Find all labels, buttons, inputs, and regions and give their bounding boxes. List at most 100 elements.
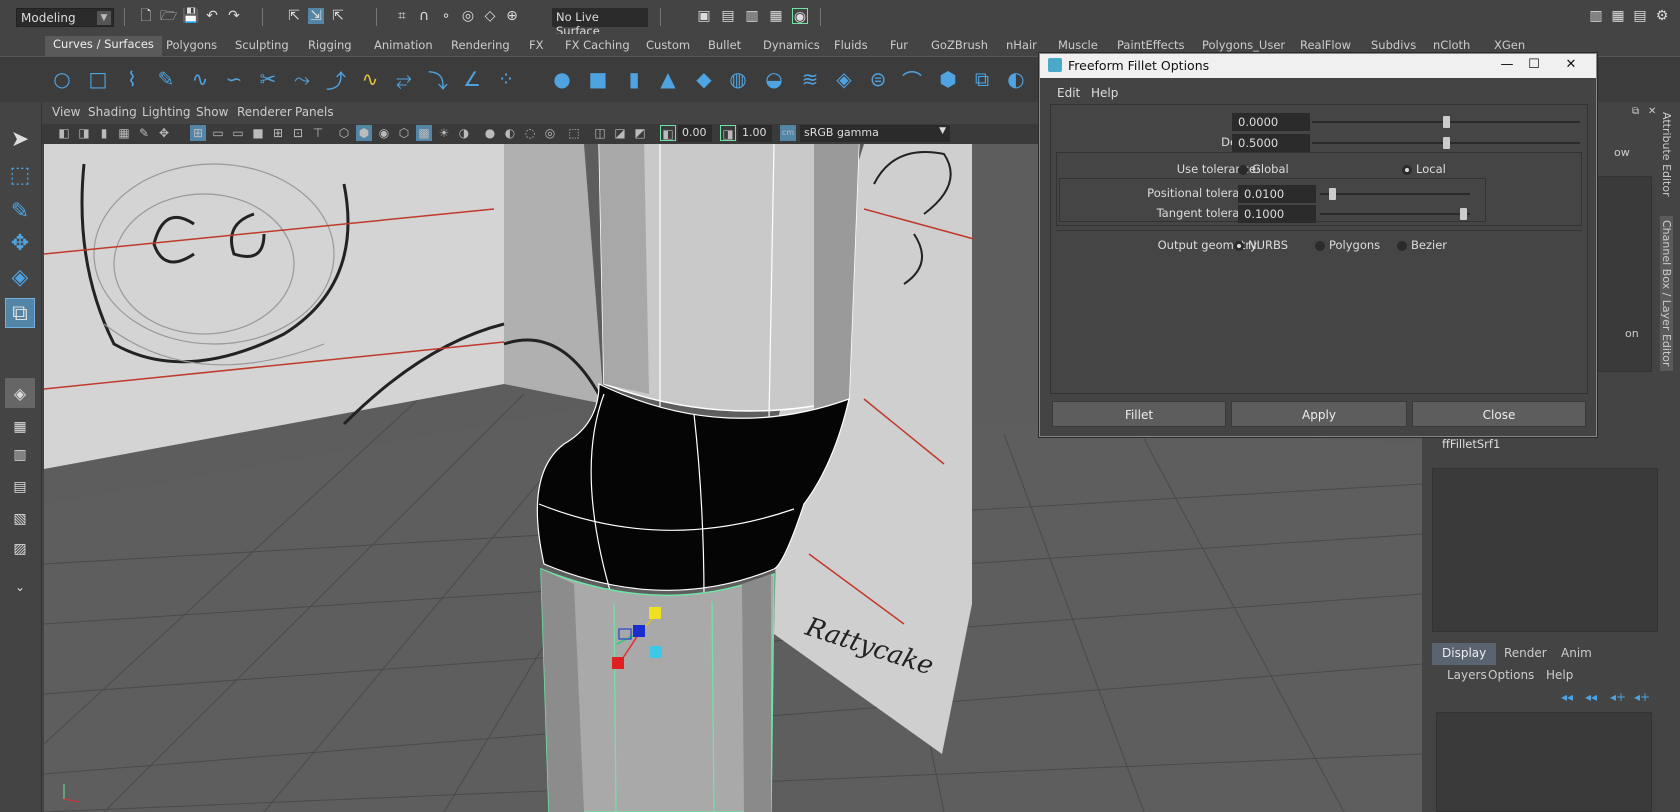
color-space-select[interactable]: sRGB gamma ▼ [800,125,950,142]
render-view-icon[interactable]: ▣ [696,8,712,24]
nurbs-sphere-icon[interactable]: ● [548,65,576,93]
attach-curve-icon[interactable]: ⤳ [288,65,316,93]
redo-icon[interactable]: ↷ [226,8,242,24]
new-layer-icon[interactable]: ◂+ [1610,690,1626,704]
layout-persp-outliner-icon[interactable]: ▤ [5,472,35,502]
vertical-tab-attribute-editor[interactable]: Attribute Editor [1660,112,1673,197]
manip-x-handle-icon[interactable] [612,657,624,669]
shelf-tab-dynamics[interactable]: Dynamics [763,38,820,56]
boundary-icon[interactable]: ⧉ [968,65,996,93]
nurbs-plane-icon[interactable]: ◆ [690,65,718,93]
float-panel-icon[interactable]: ⧉ [1632,106,1639,117]
planar-icon[interactable]: ◈ [830,65,858,93]
layer-tab-anim[interactable]: Anim [1551,643,1602,665]
cut-curve-icon[interactable]: ✂ [254,65,282,93]
fillet-curve-icon[interactable]: ⤴ [322,65,350,93]
depth-of-field-icon[interactable]: ◎ [542,125,558,141]
bookmark-icon[interactable]: ▮ [96,125,112,141]
snap-point-icon[interactable]: ∘ [438,8,454,24]
shelf-tab-fx[interactable]: FX [529,38,544,56]
shelf-tab-fluids[interactable]: Fluids [834,38,868,56]
exposure-icon[interactable]: ◧ [660,125,676,141]
lasso-tool-icon[interactable]: ⬚ [5,160,35,190]
shadows-icon[interactable]: ◑ [456,125,472,141]
shelf-tab-bullet[interactable]: Bullet [708,38,741,56]
tangent-tolerance-field[interactable]: 0.1000 [1238,205,1316,223]
grid-icon[interactable]: ⊞ [190,125,206,141]
xray-components-icon[interactable]: ◩ [632,125,648,141]
menu-renderer[interactable]: Renderer [237,105,292,119]
xray-icon[interactable]: ◫ [592,125,608,141]
camera-select-icon[interactable]: ◧ [56,125,72,141]
wireframe-on-shaded-icon[interactable]: ⬡ [396,125,412,141]
multisample-aa-icon[interactable]: ◌ [522,125,538,141]
layer-menu-help[interactable]: Help [1546,668,1573,682]
select-object-icon[interactable]: ⇲ [308,8,324,24]
shelf-tab-curves-surfaces[interactable]: Curves / Surfaces [45,36,162,56]
two-d-pan-icon[interactable]: ✥ [156,125,172,141]
screen-space-ao-icon[interactable]: ● [482,125,498,141]
nurbs-cube-icon[interactable]: ■ [584,65,612,93]
revolve-icon[interactable]: ◒ [760,65,788,93]
snap-live-icon[interactable]: ⊕ [504,8,520,24]
menu-panels[interactable]: Panels [295,105,334,119]
output-polygons-radio[interactable] [1315,241,1325,251]
snap-surface-icon[interactable]: ◇ [482,8,498,24]
layout-single-icon[interactable]: ◈ [5,378,35,408]
workspace-icon[interactable]: ▥ [1588,8,1604,24]
close-icon[interactable]: ✕ [1558,56,1584,74]
tangent-tolerance-handle[interactable] [1460,208,1468,220]
output-bezier-radio[interactable] [1397,241,1407,251]
dialog-menu-help[interactable]: Help [1091,86,1118,100]
move-tool-icon[interactable]: ✥ [5,228,35,258]
settings-icon[interactable]: ⚙ [1654,8,1670,24]
snap-view-icon[interactable]: ◎ [460,8,476,24]
default-material-icon[interactable]: ◉ [376,125,392,141]
manip-center-handle-icon[interactable] [650,646,662,658]
fillet-button[interactable]: Fillet [1052,401,1226,427]
shelf-tab-animation[interactable]: Animation [374,38,433,56]
use-lights-icon[interactable]: ☀ [436,125,452,141]
shelf-tab-rigging[interactable]: Rigging [308,38,352,56]
layout-graph-icon[interactable]: ▧ [5,504,35,534]
nurbs-cone-icon[interactable]: ▲ [654,65,682,93]
output-nurbs-radio[interactable] [1234,241,1244,251]
layer-menu-layers[interactable]: Layers [1447,668,1487,682]
node-name[interactable]: ffFilletSrf1 [1442,437,1500,451]
ep-curve-icon[interactable]: ∿ [186,65,214,93]
square-surface-icon[interactable]: ◐ [1002,65,1030,93]
bias-slider-handle[interactable] [1442,116,1450,128]
motion-blur-icon[interactable]: ◐ [502,125,518,141]
positional-tolerance-field[interactable]: 0.0100 [1238,185,1316,203]
field-chart-icon[interactable]: ⊞ [270,125,286,141]
manip-z-handle-icon[interactable] [633,625,645,637]
move-layer-up-icon[interactable]: ◂◂ [1561,690,1573,704]
nurbs-cylinder-icon[interactable]: ▮ [620,65,648,93]
open-scene-icon[interactable]: 🗁 [160,8,177,24]
shelf-tab-fur[interactable]: Fur [890,38,908,56]
maximize-icon[interactable]: ☐ [1521,56,1547,74]
paint-select-icon[interactable]: ✎ [5,196,35,226]
birail-icon[interactable]: ⌒ [898,65,926,93]
vertical-tab-channel-box[interactable]: Channel Box / Layer Editor [1660,216,1673,371]
layer-tab-render[interactable]: Render [1494,643,1557,665]
color-management-icon[interactable]: cm [780,125,796,141]
close-panel-icon[interactable]: ✕ [1648,106,1656,117]
live-surface-field[interactable]: No Live Surface [552,8,648,38]
layer-list[interactable] [1436,712,1652,812]
camera-attributes-icon[interactable]: ◨ [76,125,92,141]
rebuild-curve-icon[interactable]: ∿ [356,65,384,93]
loft-icon[interactable]: ≋ [796,65,824,93]
layout-four-icon[interactable]: ▦ [5,412,35,442]
image-plane-icon[interactable]: ▦ [116,125,132,141]
nurbs-torus-icon[interactable]: ◍ [724,65,752,93]
shelf-tab-gozbrush[interactable]: GoZBrush [931,38,988,56]
layout-hypershade-icon[interactable]: ▨ [5,534,35,564]
render-frame-icon[interactable]: ▤ [720,8,736,24]
dialog-title-bar[interactable]: Freeform Fillet Options — ☐ ✕ [1040,54,1596,78]
safe-action-icon[interactable]: ⊡ [290,125,306,141]
mode-menu[interactable]: Modeling ▼ [16,8,114,27]
film-gate-icon[interactable]: ▭ [210,125,226,141]
tolerance-global-radio[interactable] [1238,165,1248,175]
shelf-tab-nhair[interactable]: nHair [1006,38,1037,56]
